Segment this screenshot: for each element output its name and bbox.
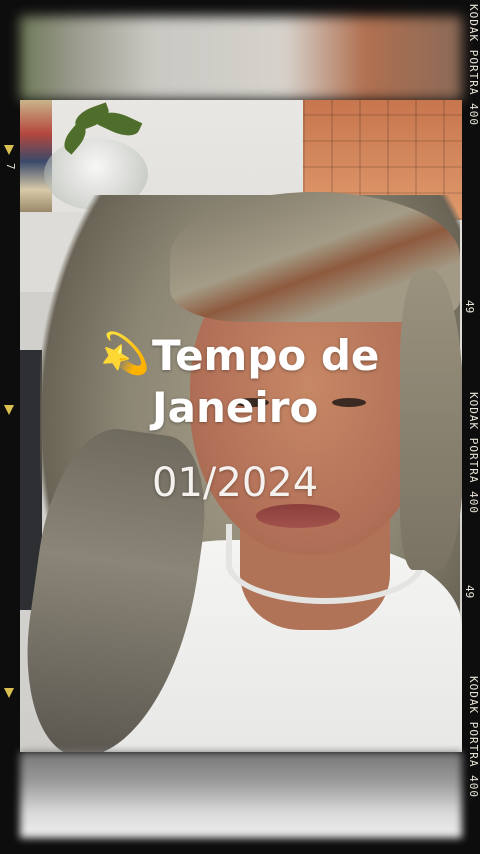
film-brand-label: KODAK PORTRA 400: [467, 392, 480, 514]
blurred-top-strip: [20, 16, 462, 100]
caption-date: 01/2024: [152, 460, 319, 506]
film-brand-label: KODAK PORTRA 400: [467, 676, 480, 798]
dizzy-star-icon: 💫: [100, 331, 150, 377]
film-frame-number: 49: [463, 300, 476, 314]
film-left-number: 7: [4, 163, 17, 170]
mouth: [256, 504, 340, 528]
caption-title: Tempo de Janeiro: [152, 330, 379, 434]
film-frame-number: 49: [463, 585, 476, 599]
hair-right: [400, 270, 462, 570]
film-marker-triangle: [4, 688, 14, 698]
film-marker-triangle: [4, 145, 14, 155]
blurred-bottom-strip: [20, 752, 462, 838]
caption-title-line-1: Tempo de: [152, 331, 380, 380]
film-marker-triangle: [4, 405, 14, 415]
caption-title-line-2: Janeiro: [152, 383, 319, 432]
film-brand-label: KODAK PORTRA 400: [467, 4, 480, 126]
